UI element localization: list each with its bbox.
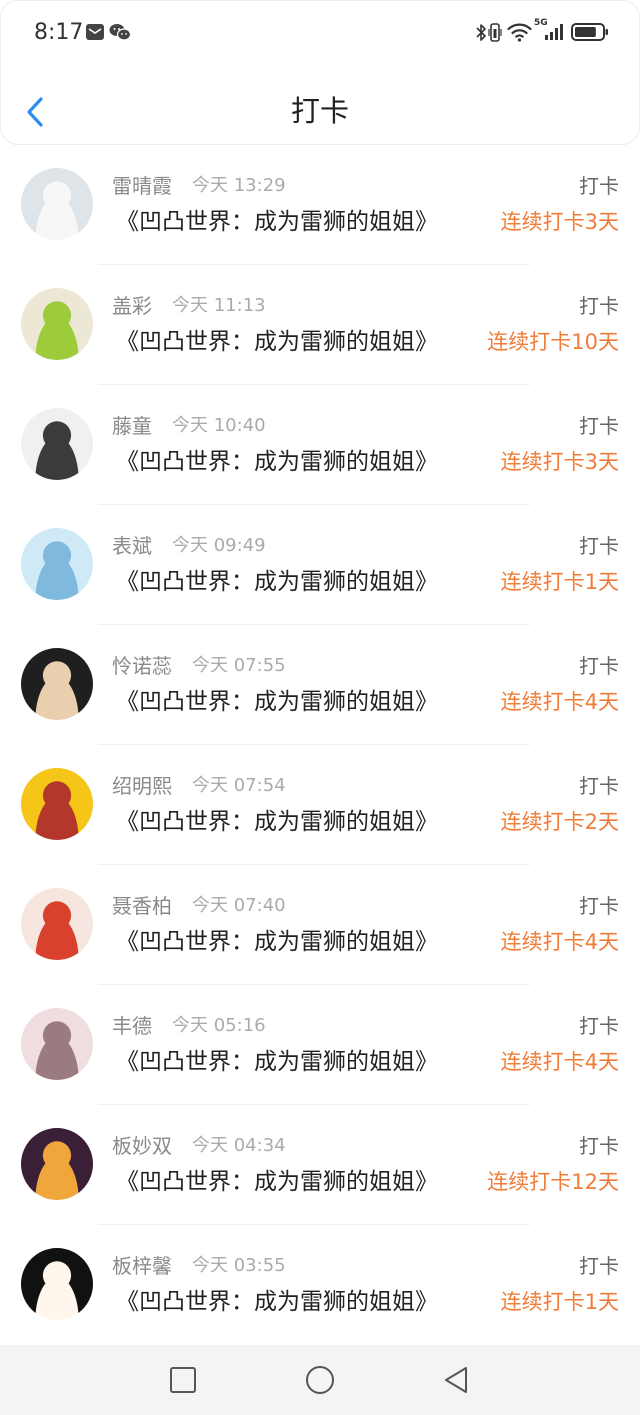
checkin-item[interactable]: 丰德 今天 05:16 《凹凸世界：成为雷狮的姐姐》 打卡连续打卡4天 xyxy=(0,985,640,1105)
checkin-time: 今天 07:55 xyxy=(192,655,286,676)
system-nav-bar xyxy=(0,1345,640,1415)
book-title[interactable]: 《凹凸世界：成为雷狮的姐姐》 xyxy=(116,807,438,837)
checkin-action-label: 打卡 xyxy=(579,534,619,558)
avatar[interactable] xyxy=(21,168,93,240)
user-name[interactable]: 怜诺蕊 xyxy=(112,654,172,678)
avatar[interactable] xyxy=(21,288,93,360)
checkin-time: 今天 05:16 xyxy=(172,1015,266,1036)
meta-row: 聂香柏 今天 07:40 xyxy=(112,894,286,918)
user-name[interactable]: 表斌 xyxy=(112,534,152,558)
checkin-item[interactable]: 聂香柏 今天 07:40 《凹凸世界：成为雷狮的姐姐》 打卡连续打卡4天 xyxy=(0,865,640,985)
streak-label: 连续打卡4天 xyxy=(500,930,619,954)
status-time: 8:17 xyxy=(34,20,84,45)
checkin-item[interactable]: 怜诺蕊 今天 07:55 《凹凸世界：成为雷狮的姐姐》 打卡连续打卡4天 xyxy=(0,625,640,745)
back-icon[interactable] xyxy=(442,1365,470,1395)
checkin-item[interactable]: 绍明熙 今天 07:54 《凹凸世界：成为雷狮的姐姐》 打卡连续打卡2天 xyxy=(0,745,640,865)
meta-row: 表斌 今天 09:49 xyxy=(112,534,266,558)
user-name[interactable]: 聂香柏 xyxy=(112,894,172,918)
book-title[interactable]: 《凹凸世界：成为雷狮的姐姐》 xyxy=(116,1167,438,1197)
book-title[interactable]: 《凹凸世界：成为雷狮的姐姐》 xyxy=(116,1287,438,1317)
meta-row: 雷晴霞 今天 13:29 xyxy=(112,174,286,198)
avatar[interactable] xyxy=(21,1008,93,1080)
book-title[interactable]: 《凹凸世界：成为雷狮的姐姐》 xyxy=(116,687,438,717)
book-title[interactable]: 《凹凸世界：成为雷狮的姐姐》 xyxy=(116,567,438,597)
streak-label: 连续打卡1天 xyxy=(500,570,619,594)
checkin-item[interactable]: 板梓馨 今天 03:55 《凹凸世界：成为雷狮的姐姐》 打卡连续打卡1天 xyxy=(0,1225,640,1345)
checkin-time: 今天 07:40 xyxy=(192,895,286,916)
bluetooth-icon xyxy=(476,24,486,41)
checkin-action-label: 打卡 xyxy=(579,894,619,918)
wechat-icon xyxy=(109,24,131,41)
book-title[interactable]: 《凹凸世界：成为雷狮的姐姐》 xyxy=(116,1047,438,1077)
meta-row: 绍明熙 今天 07:54 xyxy=(112,774,286,798)
checkin-item[interactable]: 雷晴霞 今天 13:29 《凹凸世界：成为雷狮的姐姐》 打卡连续打卡3天 xyxy=(0,145,640,265)
book-title[interactable]: 《凹凸世界：成为雷狮的姐姐》 xyxy=(116,327,438,357)
user-name[interactable]: 板妙双 xyxy=(112,1134,172,1158)
checkin-time: 今天 13:29 xyxy=(192,175,286,196)
streak-label: 连续打卡3天 xyxy=(500,210,619,234)
checkin-time: 今天 03:55 xyxy=(192,1255,286,1276)
meta-row: 怜诺蕊 今天 07:55 xyxy=(112,654,286,678)
book-title[interactable]: 《凹凸世界：成为雷狮的姐姐》 xyxy=(116,927,438,957)
signal-icon xyxy=(545,24,563,40)
checkin-action-label: 打卡 xyxy=(579,414,619,438)
checkin-action-label: 打卡 xyxy=(579,774,619,798)
meta-row: 丰德 今天 05:16 xyxy=(112,1014,266,1038)
home-icon[interactable] xyxy=(305,1365,335,1395)
avatar[interactable] xyxy=(21,1128,93,1200)
checkin-action-label: 打卡 xyxy=(579,294,619,318)
checkin-item[interactable]: 盖彩 今天 11:13 《凹凸世界：成为雷狮的姐姐》 打卡连续打卡10天 xyxy=(0,265,640,385)
checkin-time: 今天 07:54 xyxy=(192,775,286,796)
book-title[interactable]: 《凹凸世界：成为雷狮的姐姐》 xyxy=(116,447,438,477)
header: 8:17 5G 打卡 xyxy=(0,0,640,145)
avatar[interactable] xyxy=(21,888,93,960)
checkin-action-label: 打卡 xyxy=(579,654,619,678)
streak-label: 连续打卡12天 xyxy=(487,1170,619,1194)
checkin-action-label: 打卡 xyxy=(579,1134,619,1158)
vibrate-icon xyxy=(488,23,502,42)
checkin-list: 雷晴霞 今天 13:29 《凹凸世界：成为雷狮的姐姐》 打卡 连续打卡3天 盖彩 今天 11… xyxy=(0,145,640,1345)
avatar[interactable] xyxy=(21,528,93,600)
meta-row: 板妙双 今天 04:34 xyxy=(112,1134,286,1158)
wifi-icon xyxy=(507,23,532,42)
checkin-item[interactable]: 藤童 今天 10:40 《凹凸世界：成为雷狮的姐姐》 打卡连续打卡3天 xyxy=(0,385,640,505)
page-title: 打卡 xyxy=(290,94,349,128)
checkin-item[interactable]: 表斌 今天 09:49 《凹凸世界：成为雷狮的姐姐》 打卡连续打卡1天 xyxy=(0,505,640,625)
meta-row: 盖彩 今天 11:13 xyxy=(112,294,266,318)
checkin-item[interactable]: 板妙双 今天 04:34 《凹凸世界：成为雷狮的姐姐》 打卡连续打卡12天 xyxy=(0,1105,640,1225)
recent-apps-icon[interactable] xyxy=(169,1366,197,1394)
user-name[interactable]: 雷晴霞 xyxy=(112,174,172,198)
streak-label: 连续打卡2天 xyxy=(500,810,619,834)
avatar[interactable] xyxy=(21,768,93,840)
avatar[interactable] xyxy=(21,1248,93,1320)
user-name[interactable]: 盖彩 xyxy=(112,294,152,318)
checkin-action-label: 打卡 xyxy=(579,1254,619,1278)
checkin-action-label: 打卡 xyxy=(579,174,619,198)
checkin-time: 今天 11:13 xyxy=(172,295,266,316)
avatar[interactable] xyxy=(21,648,93,720)
streak-label: 连续打卡1天 xyxy=(500,1290,619,1314)
user-name[interactable]: 丰德 xyxy=(112,1014,152,1038)
streak-label: 连续打卡10天 xyxy=(487,330,619,354)
book-title[interactable]: 《凹凸世界：成为雷狮的姐姐》 xyxy=(116,207,438,237)
checkin-action-label: 打卡 xyxy=(579,1014,619,1038)
checkin-time: 今天 10:40 xyxy=(172,415,266,436)
checkin-time: 今天 09:49 xyxy=(172,535,266,556)
user-name[interactable]: 绍明熙 xyxy=(112,774,172,798)
streak-label: 连续打卡4天 xyxy=(500,690,619,714)
meta-row: 藤童 今天 10:40 xyxy=(112,414,266,438)
streak-label: 连续打卡4天 xyxy=(500,1050,619,1074)
message-icon xyxy=(86,24,104,40)
meta-row: 板梓馨 今天 03:55 xyxy=(112,1254,286,1278)
checkin-time: 今天 04:34 xyxy=(192,1135,286,1156)
avatar[interactable] xyxy=(21,408,93,480)
battery-icon xyxy=(571,23,608,41)
user-name[interactable]: 藤童 xyxy=(112,414,152,438)
streak-label: 连续打卡3天 xyxy=(500,450,619,474)
user-name[interactable]: 板梓馨 xyxy=(112,1254,172,1278)
